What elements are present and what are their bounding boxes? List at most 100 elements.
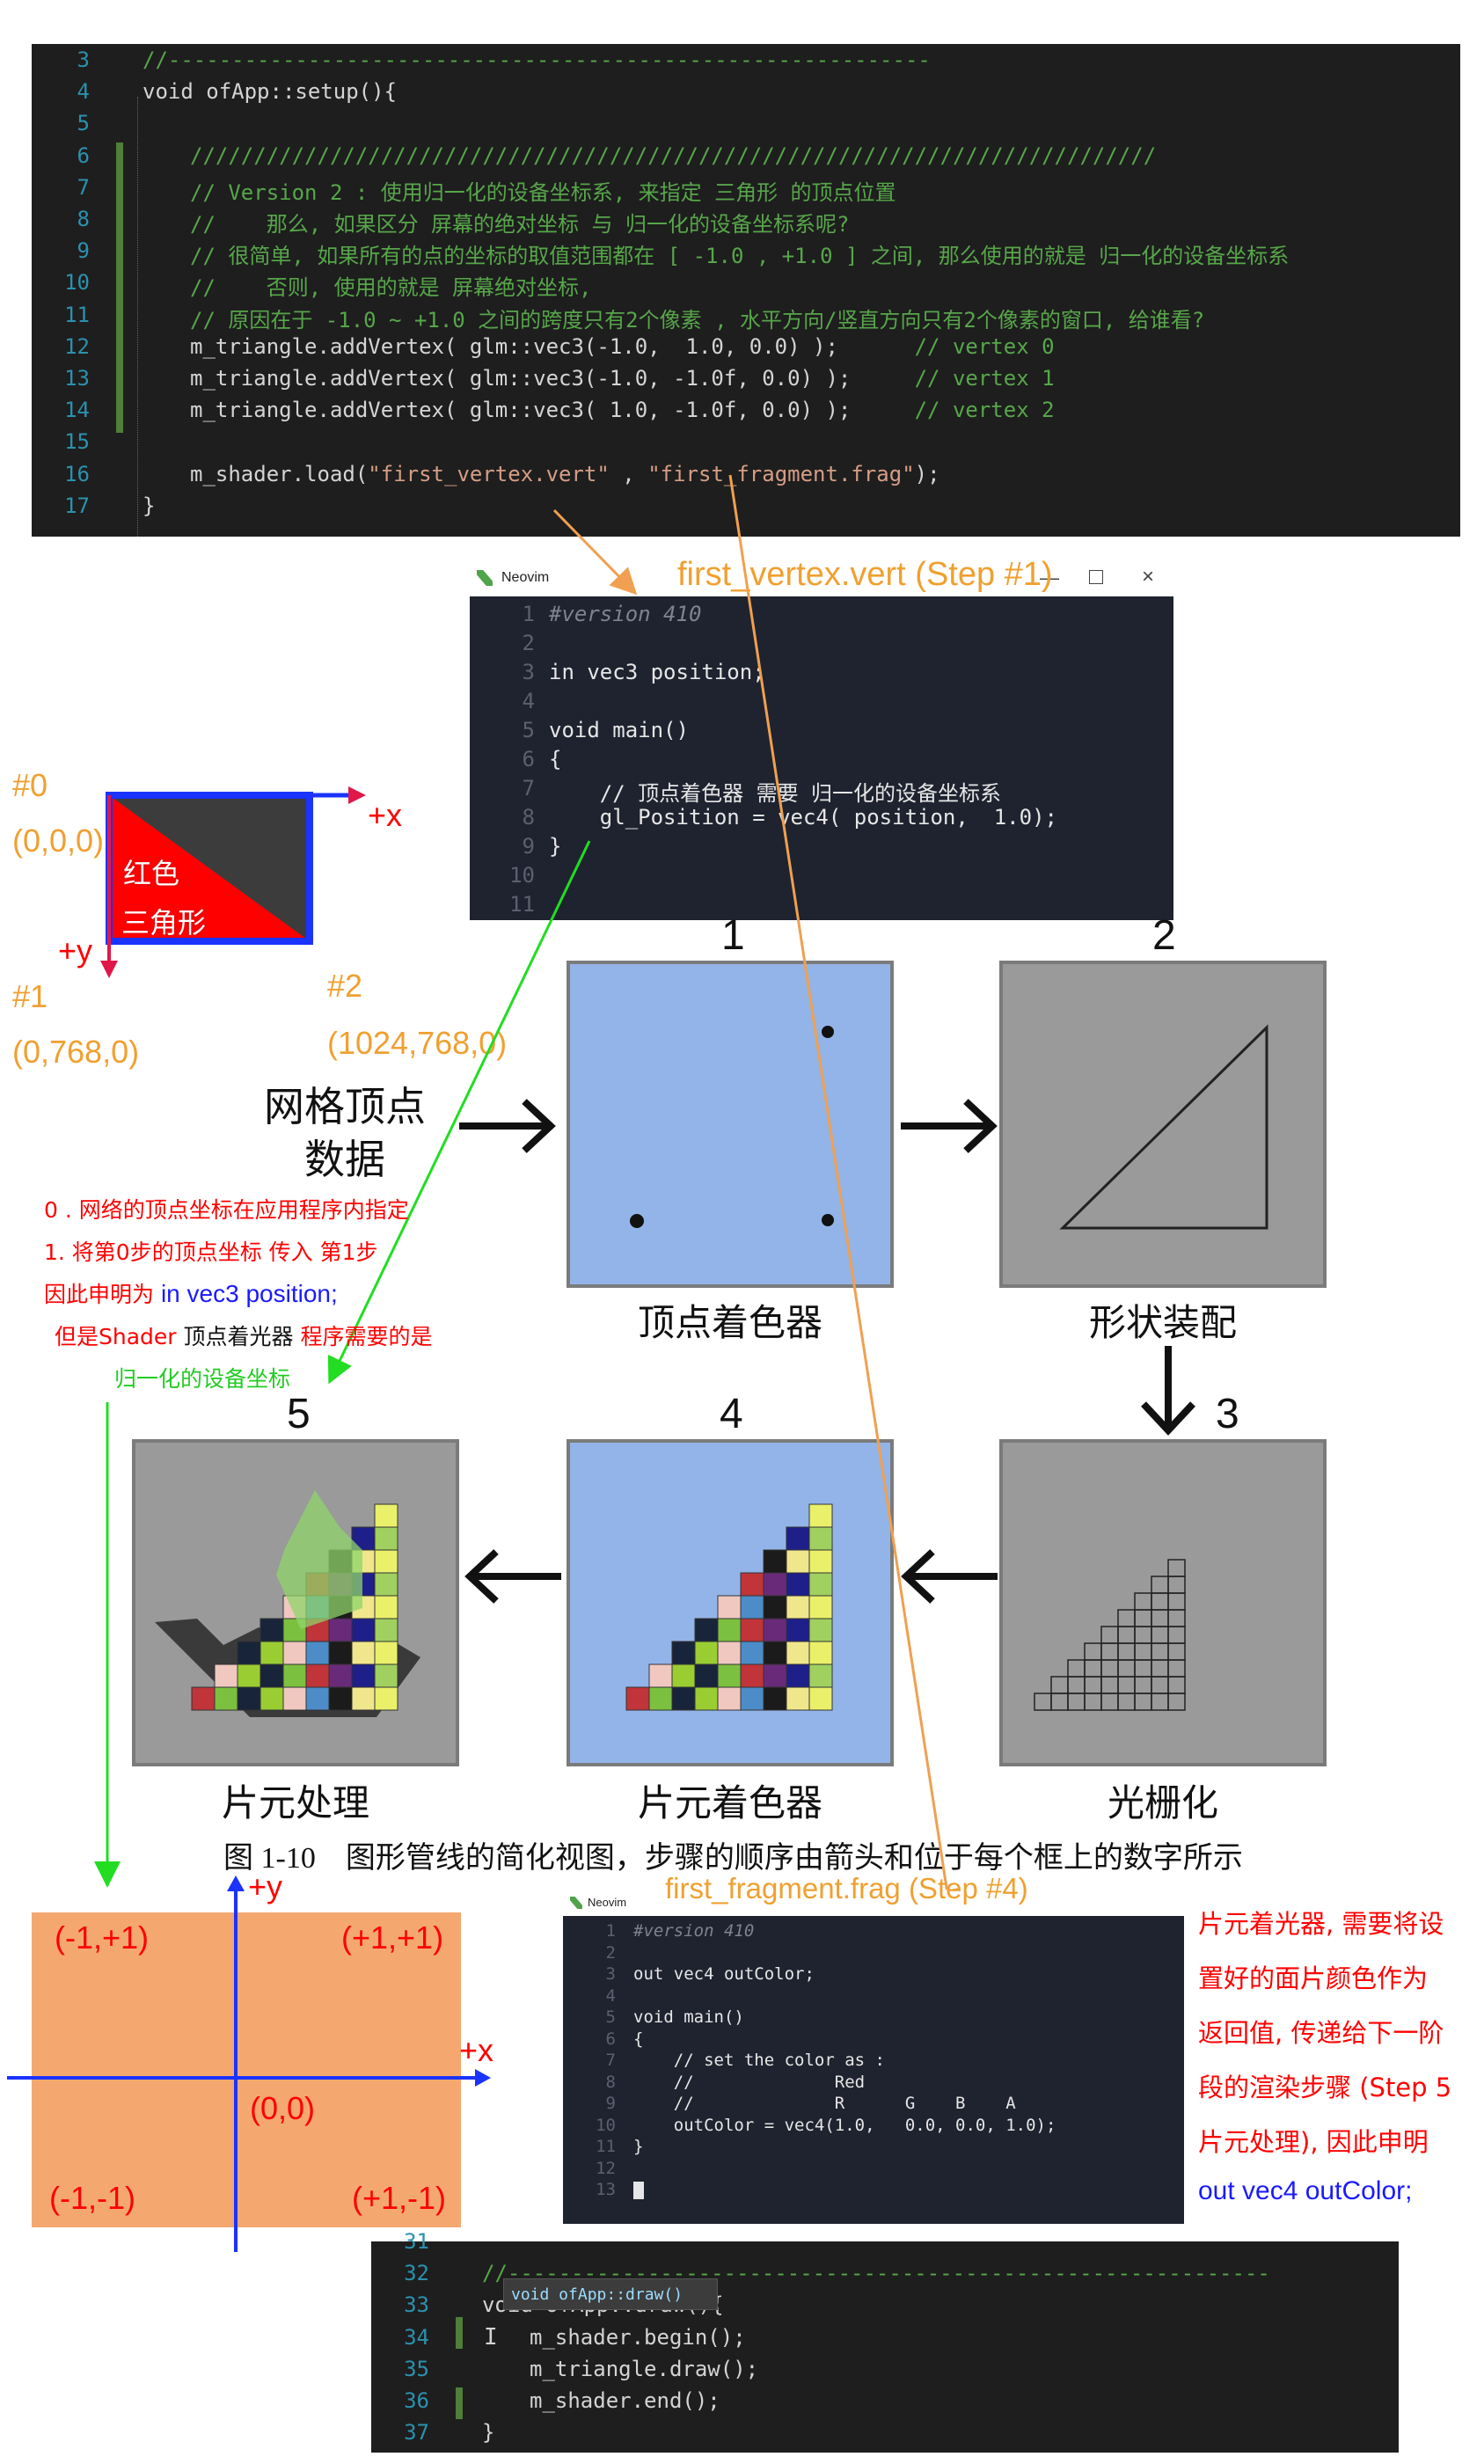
fragment-cell (740, 1686, 764, 1711)
raster-cell (1050, 1693, 1069, 1711)
fragment-cell (305, 1686, 330, 1711)
line-number: 3 (77, 48, 90, 72)
fragment-cell (237, 1663, 261, 1688)
arrow-stage2-to-stage3 (1141, 1346, 1195, 1436)
ndc-top-left: (-1,+1) (55, 1919, 150, 1956)
fragment-cell (671, 1641, 696, 1665)
raster-cell (1117, 1626, 1136, 1644)
line-number: 31 (404, 2229, 429, 2254)
note-line-4-part1: 但是Shader (55, 1324, 184, 1349)
raster-cell (1100, 1659, 1119, 1678)
code-line: void ofApp::setup(){ (143, 79, 397, 105)
fragment-cell (328, 1641, 353, 1665)
raster-cell (1117, 1659, 1136, 1678)
stage-vertex-shader-box (567, 961, 894, 1288)
fragment-cell (237, 1641, 261, 1665)
raster-cell (1151, 1576, 1169, 1594)
code-line: void main() (549, 718, 689, 742)
code-line: m_shader.load("first_vertex.vert" , "fir… (190, 461, 940, 486)
raster-cell (1167, 1676, 1186, 1694)
fragment-cell (351, 1641, 376, 1665)
line-number: 4 (605, 1985, 616, 2006)
triangle-label-line2: 三角形 (121, 906, 207, 940)
fragment-cell (374, 1686, 398, 1711)
raster-cell (1134, 1609, 1152, 1627)
fragment-cell (625, 1686, 650, 1711)
raster-cell (1134, 1659, 1152, 1678)
raster-cell (1167, 1626, 1186, 1644)
ndc-y-arrowhead (227, 1875, 245, 1891)
fragment-cell (808, 1595, 833, 1620)
draw-code-panel: 31 32//----------------------------------… (371, 2229, 1399, 2453)
window-maximize-button[interactable] (1089, 570, 1103, 584)
fragment-cell (282, 1663, 307, 1688)
function-tooltip: void ofApp::draw() (503, 2278, 718, 2310)
line-number: 9 (77, 238, 90, 264)
raster-cell (1100, 1642, 1119, 1661)
vertex-dot-bottom-left (630, 1214, 644, 1228)
raster-cell (1050, 1676, 1069, 1694)
x-axis-arrowhead (348, 786, 366, 804)
line-number: 11 (64, 302, 90, 327)
raster-cell (1067, 1676, 1086, 1694)
line-number: 10 (509, 863, 535, 888)
fragment-cell (214, 1663, 238, 1688)
note-line-4-part2: 顶点着光器 (183, 1324, 294, 1349)
arrow-stage1-to-stage2 (901, 1099, 998, 1153)
stage-fragment-shader-box (567, 1439, 894, 1766)
fragment-cell (763, 1618, 787, 1642)
fragment-cell (763, 1572, 787, 1597)
ndc-bottom-left: (-1,-1) (49, 2180, 135, 2216)
raster-cell (1067, 1659, 1086, 1678)
caption-shape-assembly: 形状装配 (1088, 1304, 1237, 1344)
line-number: 6 (605, 2029, 616, 2049)
fragment-cell (786, 1549, 810, 1574)
raster-cell (1117, 1676, 1136, 1694)
stage-rasterization-box (999, 1439, 1327, 1766)
code-line: } (482, 2420, 495, 2446)
right-note-line-5: 片元处理), 因此申明 (1198, 2127, 1429, 2157)
code-line: // 很简单, 如果所有的点的坐标的取值范围都在 [ -1.0 , +1.0 ]… (190, 244, 1290, 269)
raster-cell (1167, 1592, 1186, 1611)
fragment-cell (740, 1618, 764, 1642)
line-number: 4 (522, 689, 535, 713)
code-line: m_shader.end(); (530, 2388, 720, 2413)
right-note-line-2: 置好的面片颜色作为 (1198, 1963, 1429, 1993)
raster-cell (1151, 1659, 1169, 1678)
change-indicator-bar-36 (456, 2387, 463, 2419)
code-line: gl_Position = vec4( position, 1.0); (549, 805, 1057, 830)
code-line: // R G B A (633, 2094, 1016, 2113)
code-line: { (633, 2029, 644, 2049)
fragment-cell (786, 1686, 810, 1711)
raster-cell (1167, 1609, 1186, 1627)
fragment-cell (328, 1618, 353, 1642)
ndc-x-arrowhead (475, 2069, 491, 2087)
line-number: 5 (77, 111, 90, 136)
fragment-cell (694, 1618, 719, 1642)
line-number: 34 (404, 2324, 429, 2350)
line-number: 10 (64, 270, 90, 296)
code-line: out vec4 outColor; (633, 1964, 815, 1984)
raster-cell (1151, 1626, 1169, 1644)
vertex-window-title-overlay: first_vertex.vert (Step #1) (677, 556, 1053, 593)
line-number: 1 (522, 602, 535, 626)
note-line-3-prefix: 因此申明为 (44, 1282, 161, 1307)
line-number: 14 (64, 398, 90, 423)
line-number: 36 (404, 2388, 429, 2413)
raster-cell (1034, 1693, 1052, 1711)
fragment-cell (763, 1663, 787, 1688)
raster-cell (1100, 1626, 1119, 1644)
window-close-button[interactable]: × (1142, 565, 1154, 589)
stage-1-number: 1 (721, 912, 745, 959)
vertex-dot-top-right (822, 1026, 834, 1038)
fragment-cell (374, 1663, 398, 1688)
code-line: m_triangle.addVertex( glm::vec3(-1.0, -1… (190, 366, 1055, 391)
note-line-1: 0 . 网络的顶点坐标在应用程序内指定 (44, 1197, 409, 1223)
fragment-cell (214, 1686, 238, 1711)
fragment-cell (717, 1595, 742, 1620)
fragment-cell (328, 1663, 353, 1688)
ndc-y-label: +y (248, 1868, 283, 1905)
stage-2-number: 2 (1152, 912, 1176, 959)
change-indicator-bar-34 (456, 2317, 463, 2349)
fragment-cell (786, 1526, 810, 1551)
